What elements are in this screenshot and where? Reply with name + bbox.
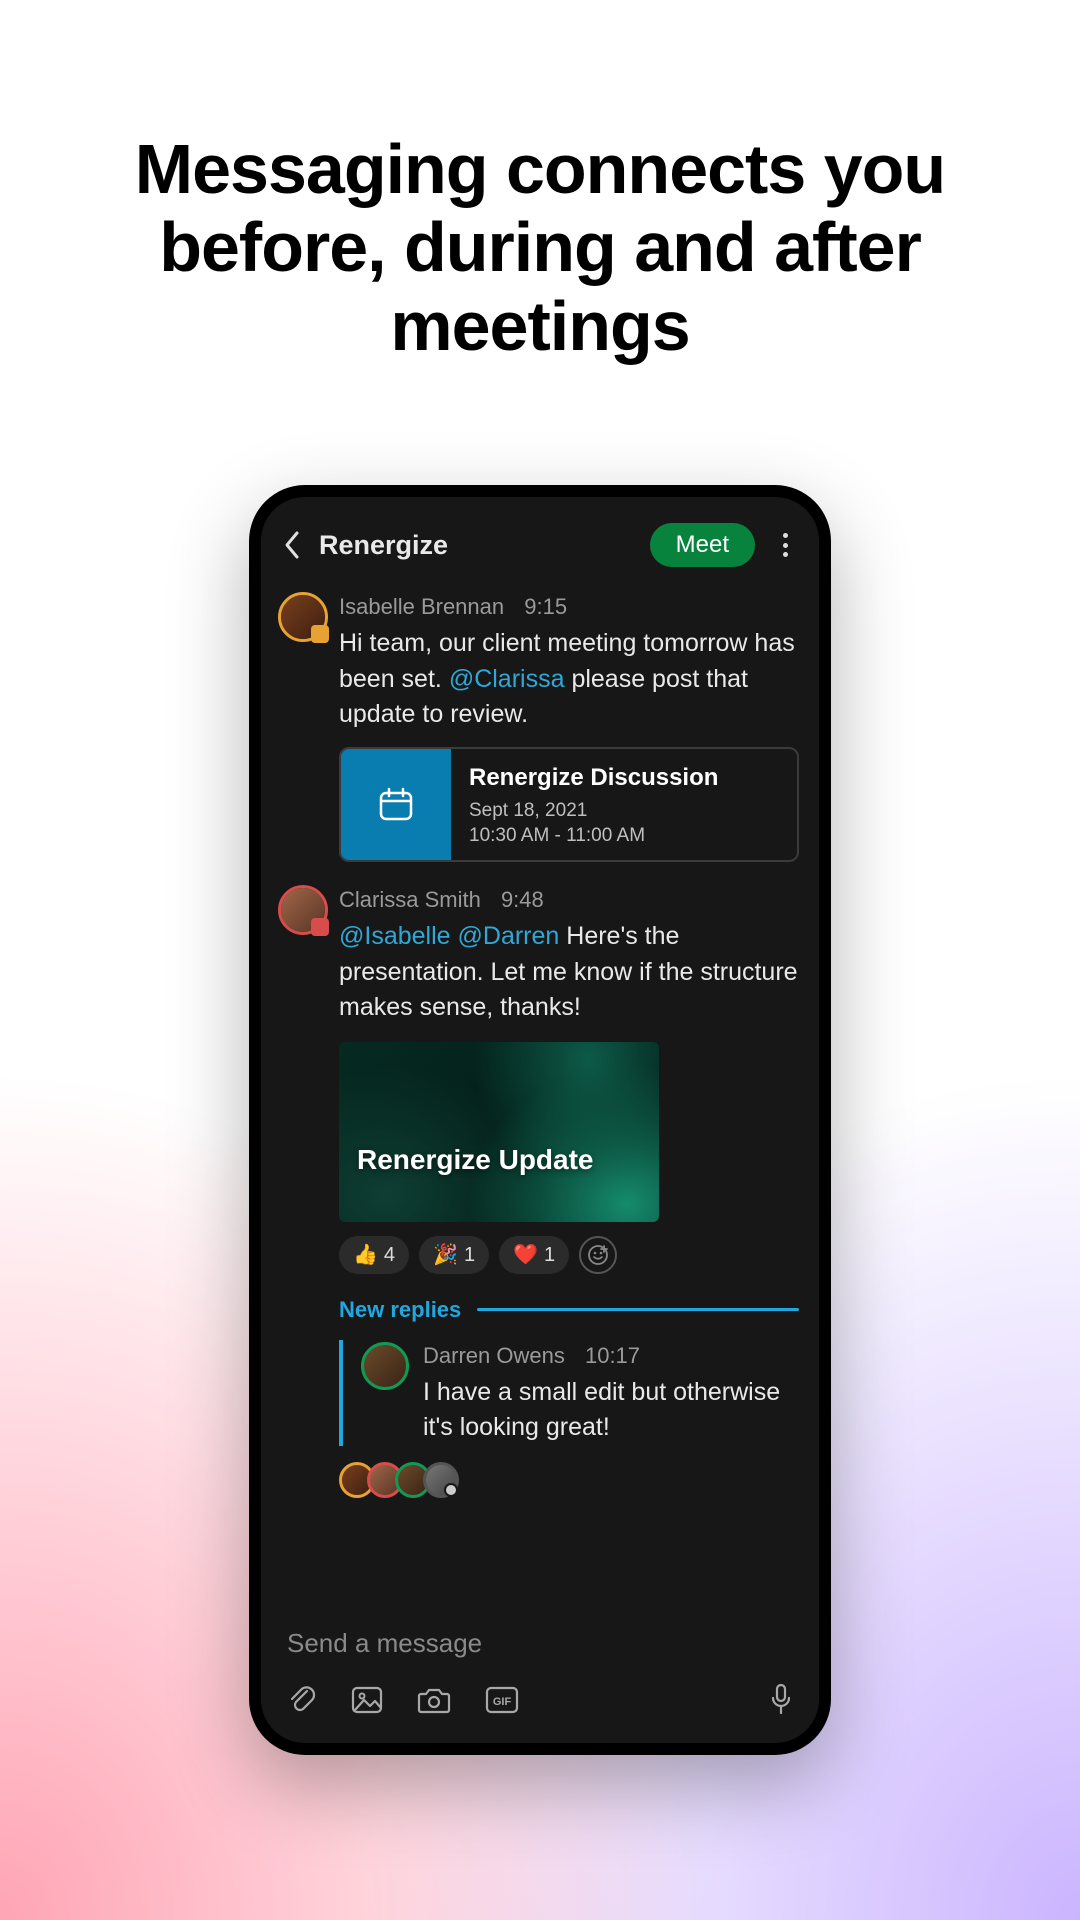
author-name: Isabelle Brennan — [339, 594, 504, 619]
message-time: 9:48 — [501, 887, 544, 912]
image-icon[interactable] — [351, 1686, 383, 1714]
message-meta: Darren Owens 10:17 — [423, 1340, 799, 1371]
reaction-emoji: 🎉 — [433, 1241, 458, 1269]
message-meta: Clarissa Smith 9:48 — [339, 884, 799, 915]
dnd-status-icon — [311, 918, 329, 936]
reactions-row: 👍 4 🎉 1 ❤️ 1 — [339, 1236, 799, 1274]
message-input[interactable]: Send a message — [285, 1616, 795, 1677]
message-time: 9:15 — [524, 594, 567, 619]
reply-message: Darren Owens 10:17 I have a small edit b… — [361, 1340, 799, 1446]
attachment-preview[interactable]: Renergize Update — [339, 1042, 659, 1222]
mention[interactable]: @Darren — [458, 922, 560, 950]
more-icon[interactable] — [773, 530, 797, 560]
message: Isabelle Brennan 9:15 Hi team, our clien… — [281, 591, 799, 862]
avatar[interactable] — [281, 888, 325, 932]
hero-title: Messaging connects you before, during an… — [54, 130, 1026, 365]
avatar[interactable] — [281, 595, 325, 639]
mic-icon[interactable] — [769, 1683, 793, 1717]
reaction-pill[interactable]: ❤️ 1 — [499, 1236, 569, 1274]
calendar-icon — [341, 749, 451, 860]
new-replies-label: New replies — [339, 1294, 461, 1325]
event-time: 10:30 AM - 11:00 AM — [469, 824, 718, 849]
seen-by-row[interactable] — [339, 1462, 799, 1498]
reaction-emoji: ❤️ — [513, 1241, 538, 1269]
meeting-card[interactable]: Renergize Discussion Sept 18, 2021 10:30… — [339, 747, 799, 862]
gif-icon[interactable]: GIF — [485, 1686, 519, 1714]
chat-title: Renergize — [319, 530, 632, 561]
phone-screen: Renergize Meet Isabelle Brennan 9:15 — [261, 497, 819, 1743]
event-date: Sept 18, 2021 — [469, 799, 718, 824]
svg-text:GIF: GIF — [493, 1696, 512, 1708]
avatar[interactable] — [361, 1342, 409, 1390]
reaction-count: 1 — [544, 1241, 555, 1269]
mention[interactable]: @Clarissa — [449, 665, 565, 693]
reaction-pill[interactable]: 👍 4 — [339, 1236, 409, 1274]
attachment-title: Renergize Update — [357, 1144, 594, 1176]
mention[interactable]: @Isabelle — [339, 922, 451, 950]
video-status-icon — [311, 625, 329, 643]
chat-header: Renergize Meet — [261, 497, 819, 583]
message-text: Hi team, our client meeting tomorrow has… — [339, 626, 799, 733]
attach-icon[interactable] — [287, 1684, 317, 1716]
composer: Send a message GIF — [261, 1602, 819, 1743]
reaction-pill[interactable]: 🎉 1 — [419, 1236, 489, 1274]
reaction-count: 4 — [384, 1241, 395, 1269]
chat-body[interactable]: Isabelle Brennan 9:15 Hi team, our clien… — [261, 583, 819, 1602]
author-name: Clarissa Smith — [339, 887, 481, 912]
reaction-count: 1 — [464, 1241, 475, 1269]
seen-avatar — [423, 1462, 459, 1498]
camera-icon[interactable] — [417, 1686, 451, 1714]
meet-button[interactable]: Meet — [650, 523, 755, 567]
back-icon[interactable] — [283, 530, 301, 560]
message: Clarissa Smith 9:48 @Isabelle @Darren He… — [281, 884, 799, 1498]
reaction-emoji: 👍 — [353, 1241, 378, 1269]
author-name: Darren Owens — [423, 1343, 565, 1368]
message-text: I have a small edit but otherwise it's l… — [423, 1375, 799, 1446]
event-title: Renergize Discussion — [469, 761, 718, 795]
message-text: @Isabelle @Darren Here's the presentatio… — [339, 919, 799, 1026]
new-replies-divider: New replies — [339, 1294, 799, 1325]
phone-frame: Renergize Meet Isabelle Brennan 9:15 — [249, 485, 831, 1755]
reply-thread: Darren Owens 10:17 I have a small edit b… — [339, 1340, 799, 1446]
add-reaction-icon[interactable] — [579, 1236, 617, 1274]
message-meta: Isabelle Brennan 9:15 — [339, 591, 799, 622]
message-time: 10:17 — [585, 1343, 640, 1368]
